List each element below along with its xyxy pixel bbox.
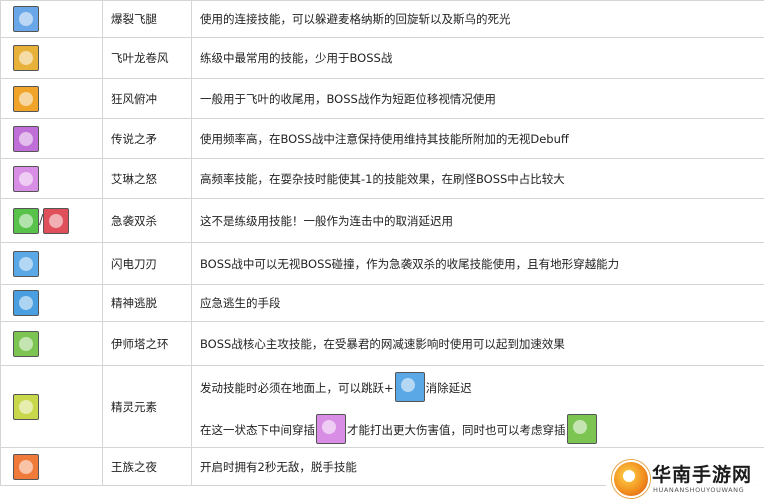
explosion-flying-leg-icon: [13, 6, 39, 32]
skill-name: 伊师塔之环: [102, 321, 192, 366]
skills-table: 爆裂飞腿 使用的连接技能，可以躲避麦格纳斯的回旋斩以及斯乌的死光 飞叶龙卷风 练…: [0, 0, 764, 486]
skill-name: 狂风俯冲: [102, 78, 192, 119]
table-row: 爆裂飞腿 使用的连接技能，可以躲避麦格纳斯的回旋斩以及斯乌的死光: [0, 0, 764, 38]
desc-line-2: 在这一状态下中间穿插 才能打出更大伤害值，同时也可以考虑穿插: [200, 413, 756, 444]
desc-line-1: 发动技能时必须在地面上，可以跳跃+ 消除延迟: [200, 371, 756, 402]
skill-name: 急袭双杀: [102, 198, 192, 243]
irina-wrath-icon: [13, 165, 39, 192]
desc-text: 才能打出更大伤害值，同时也可以考虑穿插: [347, 422, 566, 437]
leaf-tornado-icon: [13, 45, 39, 71]
skill-desc: BOSS战中可以无视BOSS碰撞，作为急袭双杀的收尾技能使用，且有地形穿越能力: [191, 242, 764, 285]
skill-desc: 应急逃生的手段: [191, 284, 764, 322]
table-row: 艾琳之怒 高频率技能，在耍杂技时能使其-1的技能效果，在刷怪BOSS中占比较大: [0, 158, 764, 199]
icon-cell: [0, 0, 103, 38]
spirit-escape-icon: [13, 290, 39, 316]
flash-blade-icon: [13, 250, 39, 277]
logo-icon: [612, 460, 650, 498]
skill-desc: 使用频率高，在BOSS战中注意保持使用维持其技能所附加的无视Debuff: [191, 118, 764, 159]
skill-desc: 练级中最常用的技能，少用于BOSS战: [191, 37, 764, 79]
table-row: 精灵元素 发动技能时必须在地面上，可以跳跃+ 消除延迟 在这一状态下中间穿插 才能打…: [0, 365, 764, 448]
skill-desc: BOSS战核心主攻技能，在受暴君的网减速影响时使用可以起到加速效果: [191, 321, 764, 366]
skill-name: 王族之夜: [102, 447, 192, 486]
gale-dive-icon: [13, 85, 39, 112]
skill-name: 闪电刀刃: [102, 242, 192, 285]
icon-cell: [0, 37, 103, 79]
skill-name: 精灵元素: [102, 365, 192, 448]
table-row: 精神逃脱 应急逃生的手段: [0, 284, 764, 322]
twin-assault-red-icon: [43, 207, 70, 234]
logo-subtitle: HUANANSHOUYOUWANG: [653, 486, 745, 494]
skill-desc: 这不是练级用技能！一般作为连击中的取消延迟用: [191, 198, 764, 243]
icon-cell: [0, 78, 103, 119]
skill-desc: 一般用于飞叶的收尾用，BOSS战作为短距位移视情况使用: [191, 78, 764, 119]
skill-desc: 发动技能时必须在地面上，可以跳跃+ 消除延迟 在这一状态下中间穿插 才能打出更大伤害…: [191, 365, 764, 448]
desc-text: 在这一状态下中间穿插: [200, 422, 315, 437]
icon-cell: /: [0, 198, 103, 243]
flash-blade-inline-icon: [394, 371, 425, 402]
elemental-spirit-icon: [13, 393, 39, 420]
icon-cell: [0, 284, 103, 322]
watermark-logo: 华南手游网 HUANANSHOUYOUWANG: [606, 456, 764, 500]
icon-cell: [0, 118, 103, 159]
ifrit-ring-inline-icon: [566, 413, 597, 444]
icon-cell: [0, 242, 103, 285]
skill-desc: 使用的连接技能，可以躲避麦格纳斯的回旋斩以及斯乌的死光: [191, 0, 764, 38]
table-row: 狂风俯冲 一般用于飞叶的收尾用，BOSS战作为短距位移视情况使用: [0, 78, 764, 119]
table-row: / 急袭双杀 这不是练级用技能！一般作为连击中的取消延迟用: [0, 198, 764, 243]
logo-title: 华南手游网: [652, 464, 753, 486]
icon-cell: [0, 447, 103, 486]
skill-name: 爆裂飞腿: [102, 0, 192, 38]
skill-name: 精神逃脱: [102, 284, 192, 322]
desc-text: 发动技能时必须在地面上，可以跳跃+: [200, 380, 394, 395]
royal-night-icon: [13, 453, 39, 480]
twin-assault-green-icon: [13, 207, 39, 234]
skill-name: 传说之矛: [102, 118, 192, 159]
skill-name: 飞叶龙卷风: [102, 37, 192, 79]
legendary-spear-icon: [13, 125, 39, 152]
desc-text: 消除延迟: [425, 380, 472, 395]
ifrit-ring-icon: [13, 330, 39, 357]
table-row: 闪电刀刃 BOSS战中可以无视BOSS碰撞，作为急袭双杀的收尾技能使用，且有地形…: [0, 242, 764, 285]
icon-cell: [0, 365, 103, 448]
table-row: 伊师塔之环 BOSS战核心主攻技能，在受暴君的网减速影响时使用可以起到加速效果: [0, 321, 764, 366]
table-row: 传说之矛 使用频率高，在BOSS战中注意保持使用维持其技能所附加的无视Debuf…: [0, 118, 764, 159]
irina-wrath-inline-icon: [316, 413, 346, 444]
skill-desc: 高频率技能，在耍杂技时能使其-1的技能效果，在刷怪BOSS中占比较大: [191, 158, 764, 199]
table-row: 飞叶龙卷风 练级中最常用的技能，少用于BOSS战: [0, 37, 764, 79]
skill-name: 艾琳之怒: [102, 158, 192, 199]
icon-cell: [0, 158, 103, 199]
icon-cell: [0, 321, 103, 366]
